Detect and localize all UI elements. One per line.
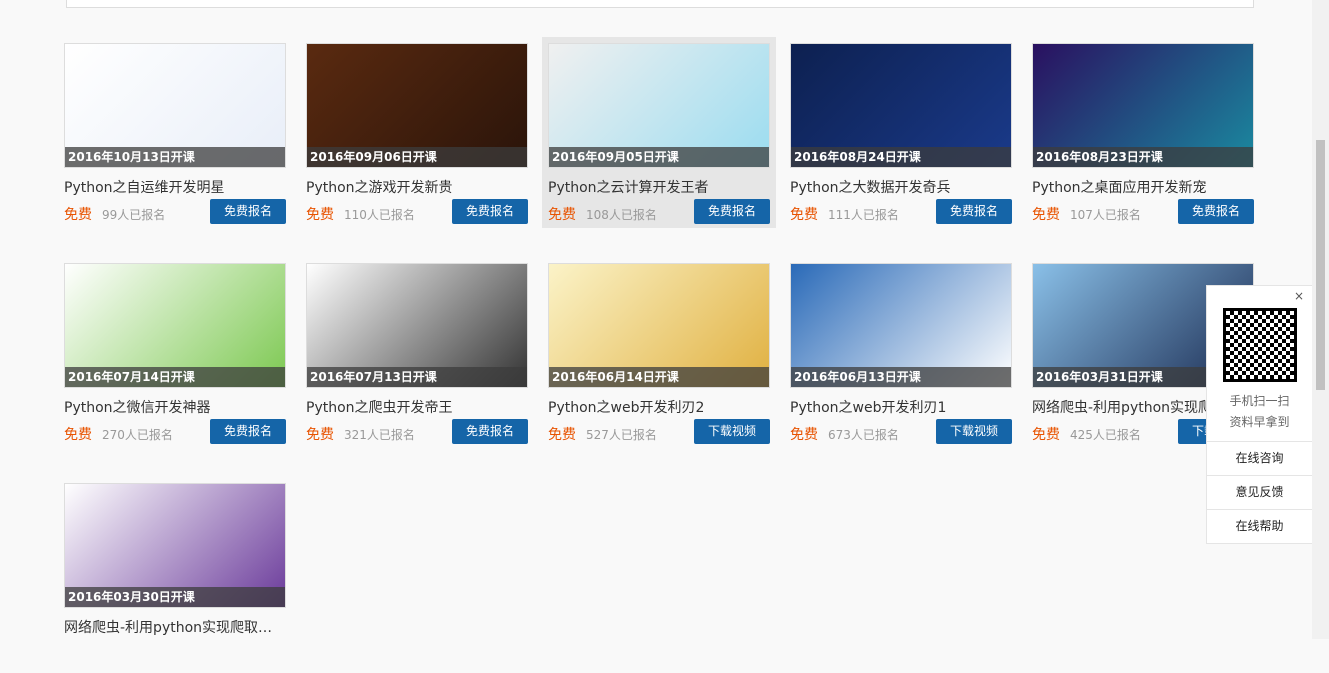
scan-subtext: 资料早拿到 — [1229, 415, 1290, 429]
enroll-count: 111人已报名 — [828, 208, 899, 222]
enroll-count: 110人已报名 — [344, 208, 415, 222]
course-thumbnail[interactable]: 2016年03月30日开课 — [64, 483, 286, 608]
course-thumbnail[interactable]: 2016年07月13日开课 — [306, 263, 528, 388]
free-signup-button[interactable]: 免费报名 — [210, 199, 286, 224]
course-title[interactable]: Python之游戏开发新贵 — [306, 177, 528, 197]
enroll-count: 107人已报名 — [1070, 208, 1141, 222]
course-title[interactable]: Python之自运维开发明星 — [64, 177, 286, 197]
download-video-button[interactable]: 下载视频 — [694, 419, 770, 444]
floating-sidebar: × 手机扫一扫资料早拿到 在线咨询 意见反馈 在线帮助 — [1206, 285, 1313, 544]
course-title[interactable]: Python之微信开发神器 — [64, 397, 286, 417]
course-date: 2016年10月13日开课 — [65, 147, 285, 167]
course-title[interactable]: Python之桌面应用开发新宠 — [1032, 177, 1254, 197]
scrollbar-thumb[interactable] — [1316, 140, 1325, 390]
enroll-count: 108人已报名 — [586, 208, 657, 222]
course-date: 2016年07月14日开课 — [65, 367, 285, 387]
price-label: 免费 — [306, 427, 334, 443]
enroll-count: 321人已报名 — [344, 428, 415, 442]
course-card[interactable]: 2016年07月13日开课 Python之爬虫开发帝王免费 321人已报名 免费… — [306, 263, 528, 453]
top-panel — [66, 0, 1254, 8]
course-thumbnail[interactable]: 2016年06月13日开课 — [790, 263, 1012, 388]
course-date: 2016年03月30日开课 — [65, 587, 285, 607]
course-thumbnail[interactable]: 2016年09月05日开课 — [548, 43, 770, 168]
free-signup-button[interactable]: 免费报名 — [694, 199, 770, 224]
free-signup-button[interactable]: 免费报名 — [452, 199, 528, 224]
download-video-button[interactable]: 下载视频 — [936, 419, 1012, 444]
qr-panel: × 手机扫一扫资料早拿到 — [1206, 285, 1313, 442]
course-card[interactable]: 2016年09月05日开课 Python之云计算开发王者免费 108人已报名 免… — [542, 37, 776, 233]
enroll-count: 99人已报名 — [102, 208, 166, 222]
course-title[interactable]: Python之大数据开发奇兵 — [790, 177, 1012, 197]
course-thumbnail[interactable]: 2016年08月24日开课 — [790, 43, 1012, 168]
course-date: 2016年07月13日开课 — [307, 367, 527, 387]
course-date: 2016年08月23日开课 — [1033, 147, 1253, 167]
free-signup-button[interactable]: 免费报名 — [1178, 199, 1254, 224]
course-thumbnail[interactable]: 2016年07月14日开课 — [64, 263, 286, 388]
scrollbar[interactable] — [1312, 0, 1329, 639]
feedback-link[interactable]: 意见反馈 — [1206, 476, 1313, 510]
course-card[interactable]: 2016年06月14日开课 Python之web开发利刃2 免费 527人已报名 … — [548, 263, 770, 453]
course-thumbnail[interactable]: 2016年10月13日开课 — [64, 43, 286, 168]
course-card[interactable]: 2016年03月30日开课 网络爬虫-利用python实现爬取网… — [64, 483, 286, 673]
course-card[interactable]: 2016年08月24日开课 Python之大数据开发奇兵免费 111人已报名 免… — [790, 43, 1012, 233]
course-title[interactable]: Python之爬虫开发帝王 — [306, 397, 528, 417]
course-card[interactable]: 2016年07月14日开课 Python之微信开发神器免费 270人已报名 免费… — [64, 263, 286, 453]
free-signup-button[interactable]: 免费报名 — [936, 199, 1012, 224]
course-thumbnail[interactable]: 2016年08月23日开课 — [1032, 43, 1254, 168]
course-date: 2016年09月06日开课 — [307, 147, 527, 167]
free-signup-button[interactable]: 免费报名 — [210, 419, 286, 444]
course-title[interactable]: Python之云计算开发王者 — [548, 177, 770, 197]
course-date: 2016年06月14日开课 — [549, 367, 769, 387]
course-thumbnail[interactable]: 2016年09月06日开课 — [306, 43, 528, 168]
price-label: 免费 — [306, 207, 334, 223]
scan-text: 手机扫一扫 — [1229, 394, 1290, 408]
online-consult-link[interactable]: 在线咨询 — [1206, 442, 1313, 476]
close-icon[interactable]: × — [1294, 289, 1304, 303]
enroll-count: 673人已报名 — [828, 428, 899, 442]
course-card[interactable]: 2016年06月13日开课 Python之web开发利刃1 免费 673人已报名 … — [790, 263, 1012, 453]
course-title[interactable]: Python之web开发利刃1 — [790, 397, 1012, 417]
course-thumbnail[interactable]: 2016年06月14日开课 — [548, 263, 770, 388]
enroll-count: 527人已报名 — [586, 428, 657, 442]
price-label: 免费 — [548, 427, 576, 443]
free-signup-button[interactable]: 免费报名 — [452, 419, 528, 444]
course-date: 2016年08月24日开课 — [791, 147, 1011, 167]
course-card[interactable]: 2016年08月23日开课 Python之桌面应用开发新宠 免费 107人已报名 … — [1032, 43, 1254, 233]
qr-code — [1223, 308, 1297, 382]
price-label: 免费 — [790, 207, 818, 223]
enroll-count: 270人已报名 — [102, 428, 173, 442]
course-title[interactable]: Python之web开发利刃2 — [548, 397, 770, 417]
price-label: 免费 — [1032, 427, 1060, 443]
course-date: 2016年09月05日开课 — [549, 147, 769, 167]
course-card[interactable]: 2016年10月13日开课 Python之自运维开发明星免费 99人已报名 免费… — [64, 43, 286, 233]
online-help-link[interactable]: 在线帮助 — [1206, 510, 1313, 544]
price-label: 免费 — [790, 427, 818, 443]
price-label: 免费 — [64, 427, 92, 443]
course-date: 2016年06月13日开课 — [791, 367, 1011, 387]
course-title[interactable]: 网络爬虫-利用python实现爬取网… — [64, 617, 286, 637]
course-card[interactable]: 2016年09月06日开课 Python之游戏开发新贵免费 110人已报名 免费… — [306, 43, 528, 233]
price-label: 免费 — [64, 207, 92, 223]
price-label: 免费 — [548, 207, 576, 223]
price-label: 免费 — [1032, 207, 1060, 223]
enroll-count: 425人已报名 — [1070, 428, 1141, 442]
